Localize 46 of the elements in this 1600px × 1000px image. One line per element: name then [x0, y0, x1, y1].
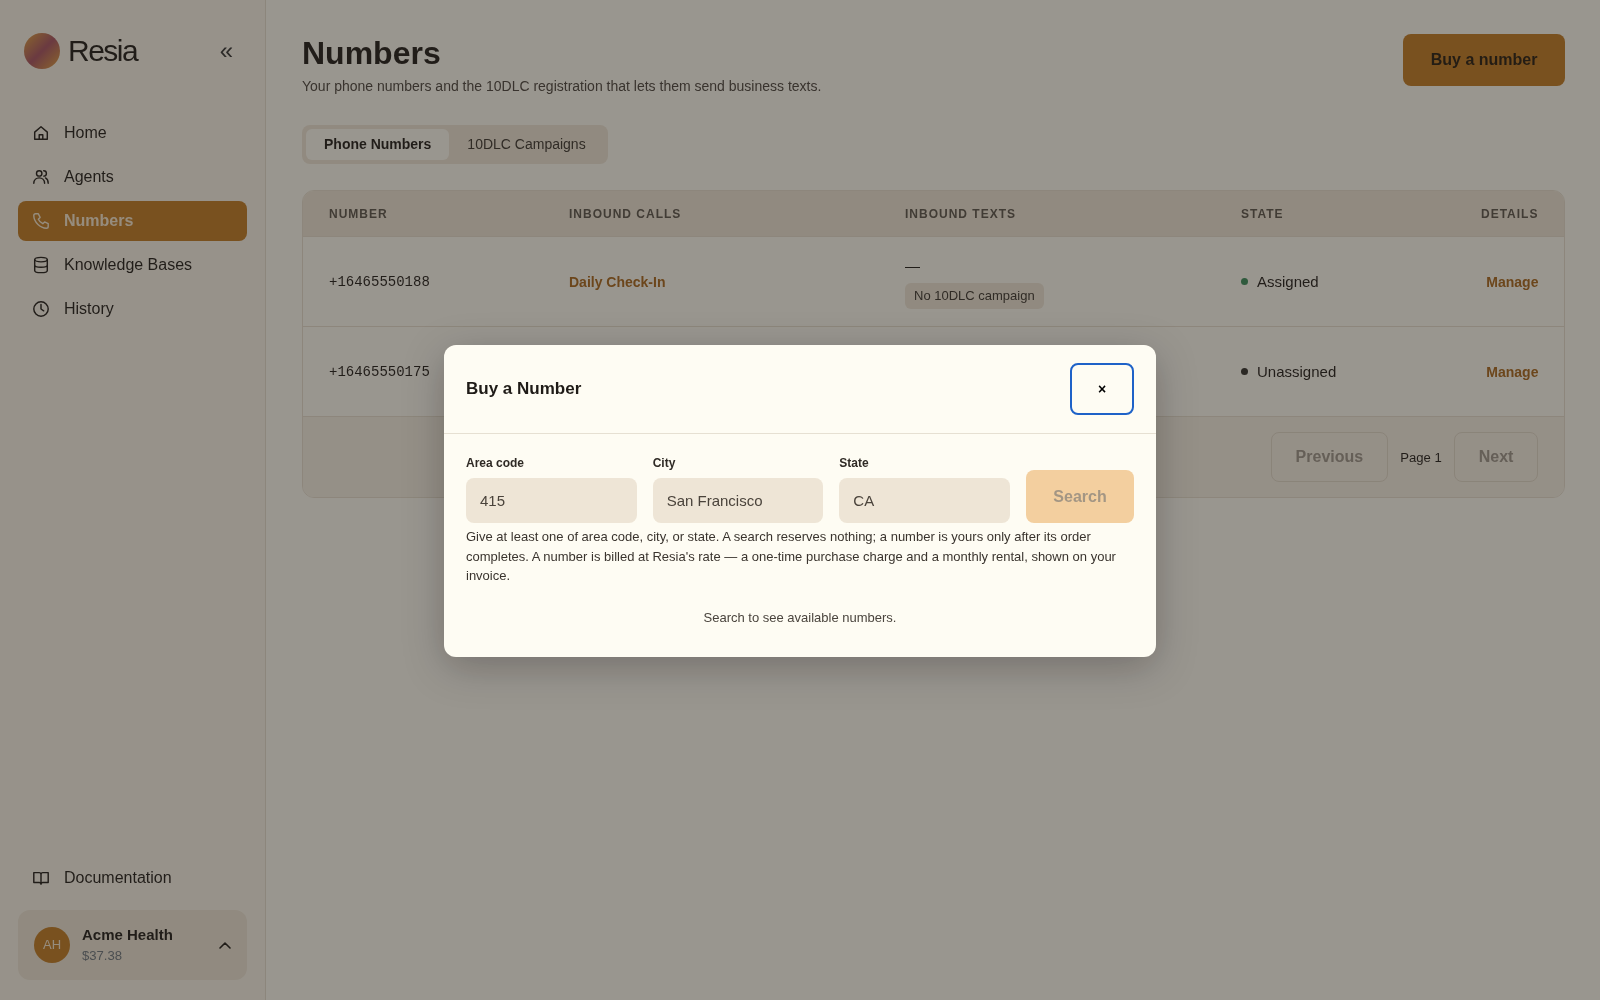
avatar: AH: [34, 926, 70, 963]
manage-link[interactable]: Manage: [1486, 363, 1539, 380]
field-label: State: [839, 455, 870, 472]
column-header: DETAILS: [1481, 206, 1539, 221]
phone-icon: [32, 212, 50, 230]
agent-link[interactable]: Daily Check-In: [569, 273, 666, 290]
manage-link[interactable]: Manage: [1486, 273, 1539, 290]
state-label: Unassigned: [1257, 361, 1337, 382]
phone-number: +16465550175: [329, 364, 430, 381]
account-balance: $37.38: [82, 947, 124, 966]
column-header: NUMBER: [329, 206, 388, 221]
documentation-link[interactable]: Documentation: [18, 857, 247, 898]
help-text: Give at least one of area code, city, or state. A search reserves nothing; a number is yours only after its order completes. A number is billed at Resia's rate — a one-time purchase charge and a monthly rental, shown on your invoice.: [466, 528, 1117, 585]
state-label: Assigned: [1257, 271, 1319, 292]
home-icon: [32, 124, 50, 142]
tab[interactable]: 10DLC Campaigns: [449, 129, 604, 161]
database-icon: [32, 256, 50, 274]
input-field[interactable]: San Francisco: [652, 478, 824, 523]
empty-message: Search to see available numbers.: [702, 608, 898, 627]
phone-number: +16465550188: [329, 274, 430, 291]
dialog-title: Buy a Number: [466, 378, 582, 400]
column-header: INBOUND CALLS: [569, 206, 682, 221]
page-indicator: Page 1: [1400, 448, 1442, 467]
sidebar-item[interactable]: Home: [18, 113, 247, 153]
sidebar-item[interactable]: Agents: [18, 157, 247, 197]
sidebar-item[interactable]: History: [18, 289, 247, 329]
inbound-texts-value: —: [905, 255, 921, 276]
sidebar-item[interactable]: Knowledge Bases: [18, 245, 247, 285]
people-icon: [32, 168, 50, 186]
logo-icon: [24, 32, 60, 69]
brand-name: Resia: [68, 33, 138, 69]
page-title: Numbers: [302, 34, 442, 73]
column-header: INBOUND TEXTS: [905, 206, 1016, 221]
collapse-sidebar-button[interactable]: «: [211, 38, 241, 63]
account-switcher[interactable]: AH Acme Health $37.38: [18, 909, 247, 980]
column-header: STATE: [1241, 206, 1284, 221]
field-label: Area code: [466, 455, 526, 472]
input-field[interactable]: CA: [839, 478, 1010, 523]
campaign-tag: No 10DLC campaign: [905, 283, 1044, 309]
tab[interactable]: Phone Numbers: [306, 129, 450, 161]
input-field[interactable]: 415: [466, 478, 637, 523]
account-name: Acme Health: [82, 924, 174, 945]
page-subtitle: Your phone numbers and the 10DLC registration that lets them send business texts.: [302, 77, 822, 97]
field-label: City: [652, 455, 677, 472]
clock-icon: [32, 300, 50, 318]
close-button[interactable]: ×: [1070, 363, 1134, 415]
